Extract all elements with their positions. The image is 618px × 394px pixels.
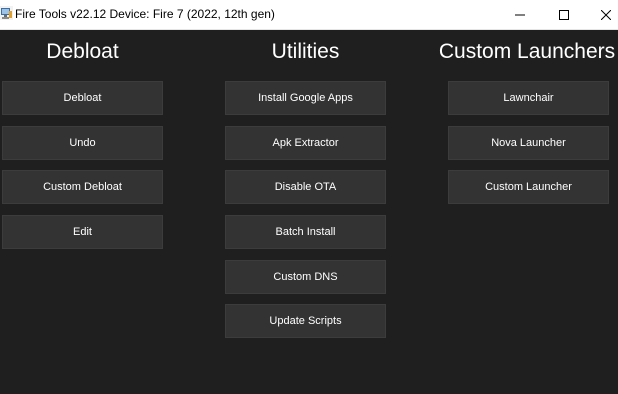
custom-dns-button[interactable]: Custom DNS [225, 260, 386, 294]
custom-launcher-button[interactable]: Custom Launcher [448, 170, 609, 204]
batch-install-button[interactable]: Batch Install [225, 215, 386, 249]
maximize-icon [559, 9, 569, 20]
debloat-heading: Debloat [46, 40, 119, 63]
app-icon [0, 6, 13, 20]
disable-ota-button[interactable]: Disable OTA [225, 170, 386, 204]
minimize-icon [515, 10, 525, 20]
close-button[interactable] [584, 0, 618, 29]
maximize-button[interactable] [542, 0, 586, 29]
app-window: Fire Tools v22.12 Device: Fire 7 (2022, … [0, 0, 618, 394]
apk-extractor-button[interactable]: Apk Extractor [225, 126, 386, 160]
update-scripts-button[interactable]: Update Scripts [225, 304, 386, 338]
edit-button[interactable]: Edit [2, 215, 163, 249]
undo-button[interactable]: Undo [2, 126, 163, 160]
close-icon [601, 9, 611, 20]
nova-launcher-button[interactable]: Nova Launcher [448, 126, 609, 160]
utilities-heading: Utilities [271, 40, 340, 63]
lawnchair-button[interactable]: Lawnchair [448, 81, 609, 115]
minimize-button[interactable] [498, 0, 542, 29]
title-bar: Fire Tools v22.12 Device: Fire 7 (2022, … [0, 0, 618, 30]
custom-launchers-heading: Custom Launchers [438, 40, 616, 63]
window-title: Fire Tools v22.12 Device: Fire 7 (2022, … [15, 7, 275, 21]
debloat-button[interactable]: Debloat [2, 81, 163, 115]
custom-debloat-button[interactable]: Custom Debloat [2, 170, 163, 204]
install-google-apps-button[interactable]: Install Google Apps [225, 81, 386, 115]
